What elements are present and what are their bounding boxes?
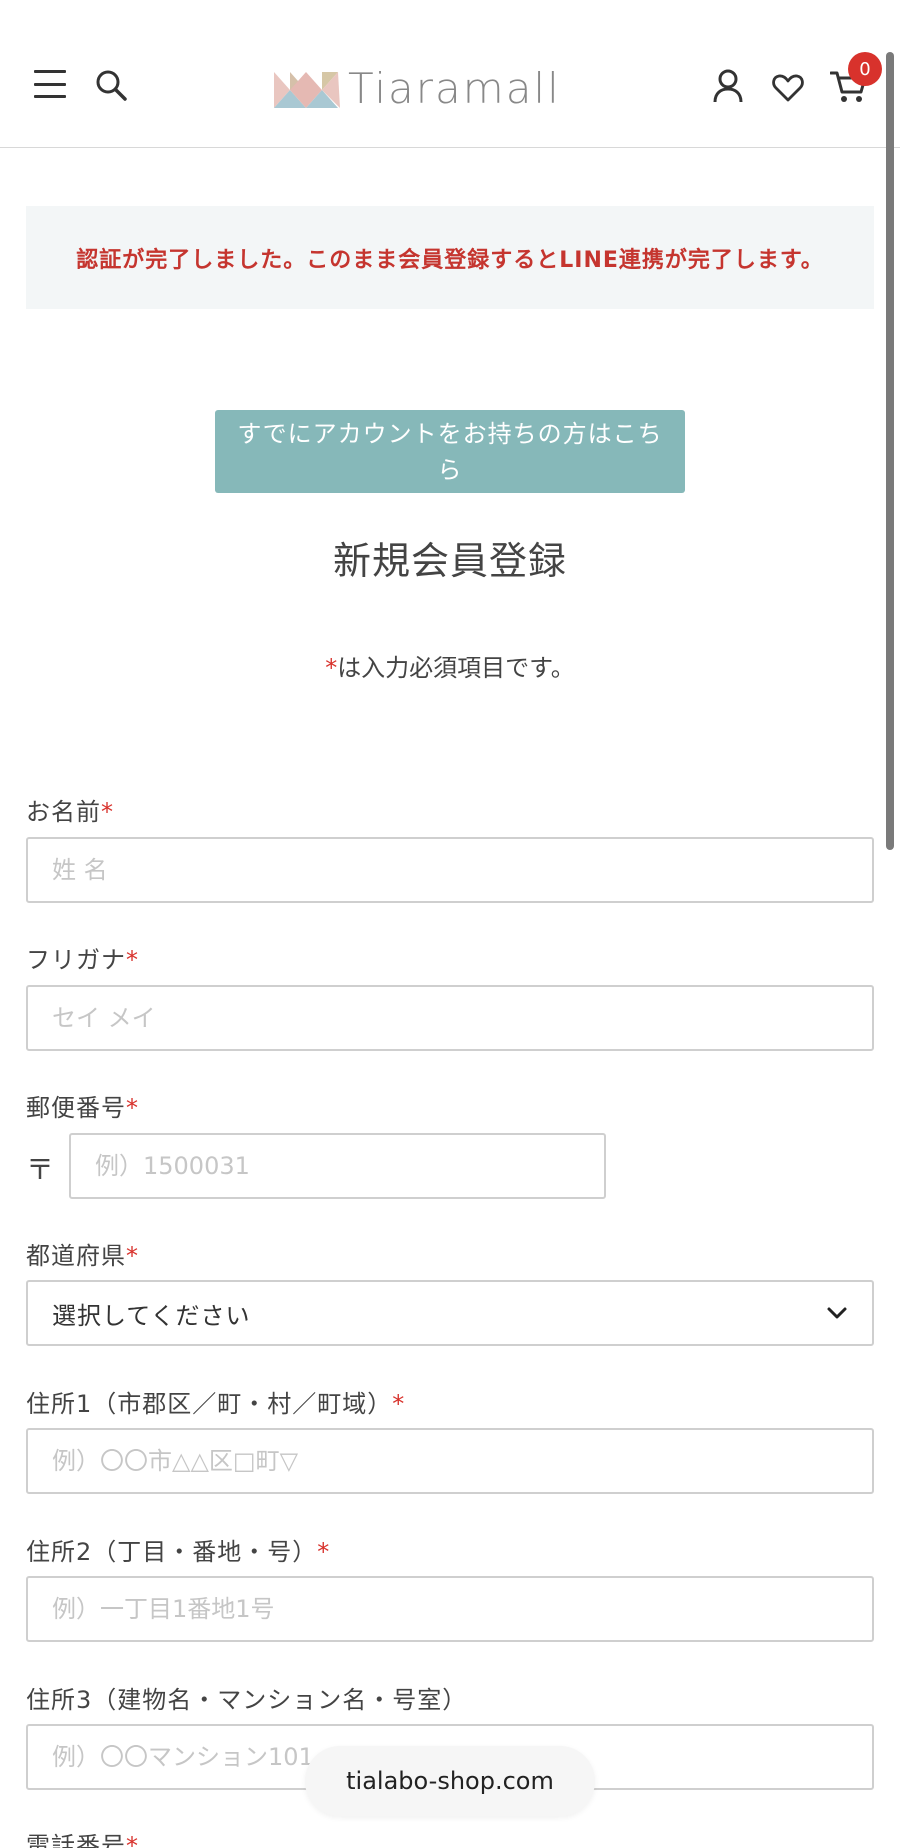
prefecture-select-value: 選択してください bbox=[52, 1301, 251, 1330]
existing-account-button[interactable]: すでにアカウントをお持ちの方はこちら bbox=[215, 410, 685, 493]
address1-label: 住所1（市郡区／町・村／町域）* bbox=[26, 1384, 405, 1419]
address1-input[interactable] bbox=[26, 1428, 874, 1494]
required-mark: * bbox=[126, 1242, 139, 1270]
search-icon[interactable] bbox=[94, 68, 128, 102]
site-header: Tiaramall 0 bbox=[0, 0, 900, 148]
chevron-down-icon bbox=[827, 1307, 847, 1319]
phone-label-text: 電話番号 bbox=[26, 1832, 126, 1848]
kana-label: フリガナ* bbox=[26, 940, 139, 975]
address2-label-text: 住所2（丁目・番地・号） bbox=[26, 1538, 318, 1566]
logo-text: Tiaramall bbox=[348, 64, 561, 113]
required-mark: * bbox=[126, 946, 139, 974]
address2-label: 住所2（丁目・番地・号）* bbox=[26, 1532, 330, 1567]
required-mark: * bbox=[126, 1094, 139, 1122]
phone-label: 電話番号* bbox=[26, 1826, 139, 1848]
heart-icon[interactable] bbox=[772, 74, 804, 102]
cart-count-badge: 0 bbox=[848, 52, 882, 86]
required-mark: * bbox=[101, 798, 114, 826]
address1-label-text: 住所1（市郡区／町・村／町域） bbox=[26, 1390, 393, 1418]
kana-label-text: フリガナ bbox=[26, 946, 126, 974]
tiara-logo-icon bbox=[274, 72, 340, 108]
address3-label: 住所3（建物名・マンション名・号室） bbox=[26, 1680, 467, 1715]
site-logo[interactable]: Tiaramall bbox=[272, 64, 561, 114]
required-mark: * bbox=[126, 1832, 139, 1848]
notice-text: 認証が完了しました。このまま会員登録するとLINE連携が完了します。 bbox=[76, 247, 824, 273]
required-mark: * bbox=[392, 1390, 406, 1418]
address2-input[interactable] bbox=[26, 1576, 874, 1642]
page-scrollbar[interactable] bbox=[886, 52, 894, 850]
postal-label-text: 郵便番号 bbox=[26, 1094, 126, 1122]
name-input[interactable] bbox=[26, 837, 874, 903]
required-mark: * bbox=[317, 1538, 331, 1566]
browser-address-pill[interactable]: tialabo-shop.com bbox=[305, 1746, 595, 1816]
name-label: お名前* bbox=[26, 792, 114, 827]
account-icon[interactable] bbox=[712, 68, 744, 104]
page-title: 新規会員登録 bbox=[332, 539, 567, 583]
menu-icon[interactable] bbox=[34, 70, 66, 98]
kana-input[interactable] bbox=[26, 985, 874, 1051]
postal-code-input[interactable] bbox=[69, 1133, 606, 1199]
line-auth-notice: 認証が完了しました。このまま会員登録するとLINE連携が完了します。 bbox=[26, 206, 874, 309]
postal-label: 郵便番号* bbox=[26, 1088, 139, 1123]
prefecture-select[interactable]: 選択してください bbox=[26, 1280, 874, 1346]
postal-mark: 〒 bbox=[26, 1153, 55, 1186]
address3-label-text: 住所3（建物名・マンション名・号室） bbox=[26, 1686, 468, 1714]
required-mark: * bbox=[325, 654, 338, 682]
required-note-text: は入力必須項目です。 bbox=[337, 654, 575, 682]
name-label-text: お名前 bbox=[26, 798, 101, 826]
browser-domain: tialabo-shop.com bbox=[346, 1767, 554, 1795]
prefecture-label-text: 都道府県 bbox=[26, 1242, 126, 1270]
required-note: *は入力必須項目です。 bbox=[0, 648, 900, 683]
prefecture-label: 都道府県* bbox=[26, 1236, 139, 1271]
